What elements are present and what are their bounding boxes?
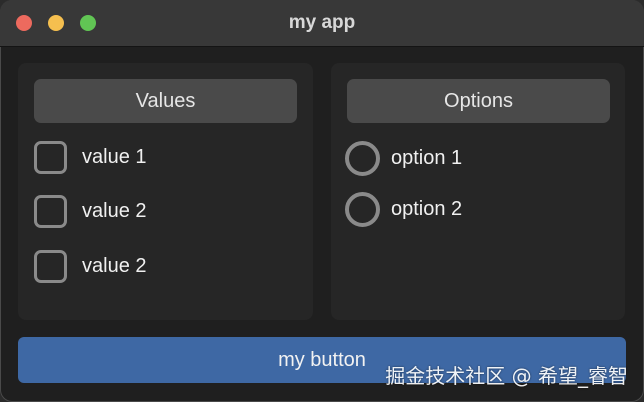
app-window: my app Values value 1 value 2 value 2 Op… <box>0 0 644 402</box>
value-checkbox-3[interactable]: value 2 <box>34 250 294 288</box>
option-radio-2[interactable]: option 2 <box>345 192 605 228</box>
checkbox-icon[interactable] <box>34 250 67 283</box>
checkbox-label: value 1 <box>82 146 147 168</box>
option-radio-1[interactable]: option 1 <box>345 141 605 177</box>
watermark-text: 掘金技术社区 @ 希望_睿智 <box>385 364 628 388</box>
options-panel: Options option 1 option 2 <box>331 63 625 320</box>
checkbox-label: value 2 <box>82 255 147 277</box>
radio-icon[interactable] <box>345 141 380 176</box>
title-bar[interactable]: my app <box>0 0 644 47</box>
options-header: Options <box>347 79 610 123</box>
window-title: my app <box>288 12 356 33</box>
radio-label: option 1 <box>391 147 463 169</box>
values-panel: Values value 1 value 2 value 2 <box>18 63 313 320</box>
value-checkbox-1[interactable]: value 1 <box>34 141 294 179</box>
radio-label: option 2 <box>391 198 463 220</box>
checkbox-icon[interactable] <box>34 141 67 174</box>
radio-icon[interactable] <box>345 192 380 227</box>
checkbox-icon[interactable] <box>34 195 67 228</box>
value-checkbox-2[interactable]: value 2 <box>34 195 294 233</box>
checkbox-label: value 2 <box>82 200 147 222</box>
values-header: Values <box>34 79 297 123</box>
